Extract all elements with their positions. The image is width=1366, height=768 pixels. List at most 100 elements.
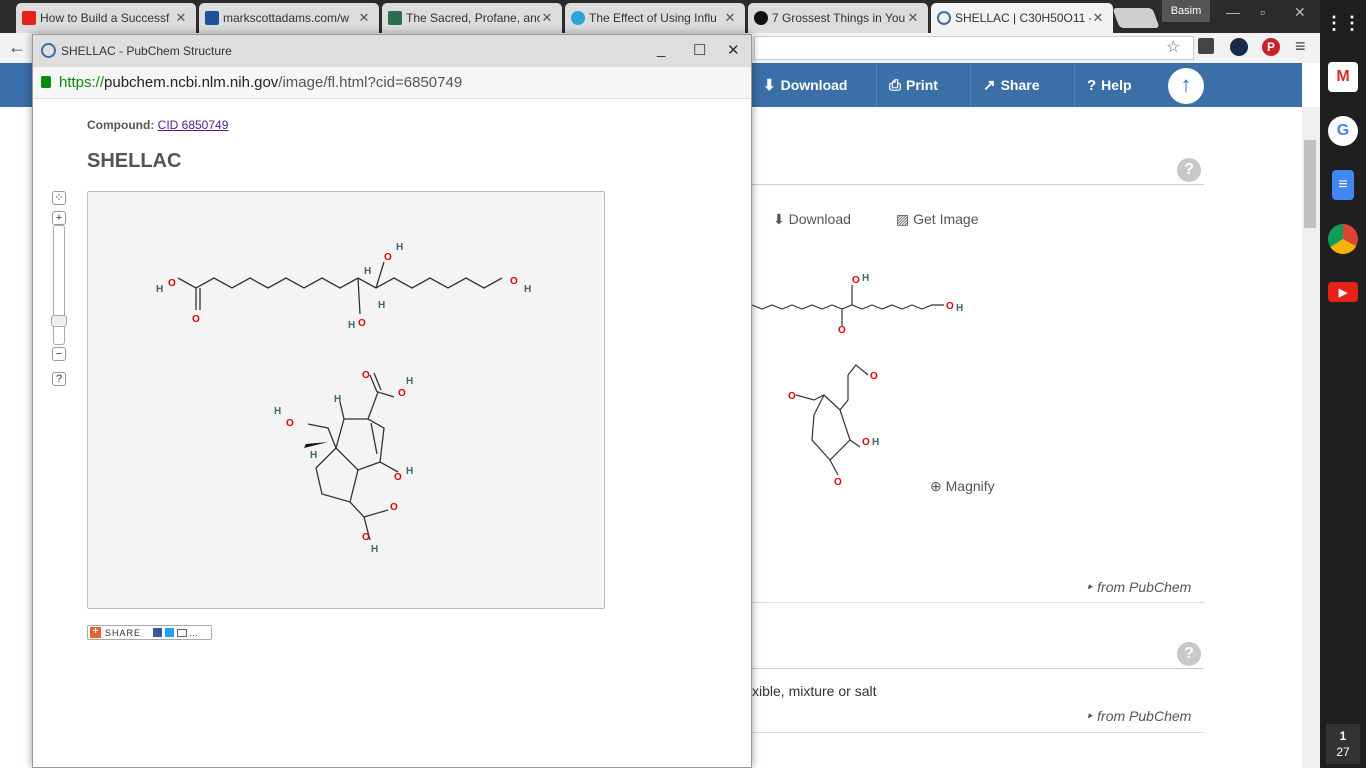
maximize-icon[interactable]: ☐ <box>693 41 706 59</box>
clock-minute: 27 <box>1336 745 1350 759</box>
close-icon[interactable]: ✕ <box>357 10 371 26</box>
close-window-icon[interactable]: ✕ <box>1294 4 1306 21</box>
zoom-out-button[interactable]: − <box>52 347 66 361</box>
atom-o: O <box>362 532 370 543</box>
atom-o: O <box>390 502 398 513</box>
atom-h: H <box>406 466 413 477</box>
pinterest-icon[interactable]: P <box>1262 38 1280 56</box>
atom-h: H <box>396 242 403 253</box>
address-bar[interactable] <box>754 36 1194 60</box>
close-icon[interactable]: ✕ <box>727 41 740 59</box>
email-icon[interactable] <box>177 628 188 637</box>
structure-viewer[interactable]: H O O O H H H O H O H O O H H H O H O H <box>87 191 605 609</box>
popup-address-bar[interactable]: https://pubchem.ncbi.nlm.nih.gov/image/f… <box>33 67 751 99</box>
zoom-in-button[interactable]: + <box>52 211 66 225</box>
facebook-icon[interactable] <box>153 628 163 637</box>
nav-share[interactable]: ↗ Share <box>970 63 1052 107</box>
atom-o: O <box>192 314 200 325</box>
share-widget[interactable]: + SHARE … <box>87 625 212 640</box>
tab-5-active[interactable]: SHELLAC | C30H50O11 - ✕ <box>931 3 1113 33</box>
zoom-help-button[interactable]: ? <box>52 372 66 386</box>
maximize-icon[interactable]: ▫ <box>1260 4 1265 20</box>
get-image-label: Get Image <box>913 211 979 227</box>
back-icon[interactable]: ← <box>8 37 26 58</box>
download-icon: ⬇ <box>763 77 776 94</box>
twitter-icon[interactable] <box>165 628 175 637</box>
youtube-icon <box>22 11 36 25</box>
url-path: /image/fl.html?cid=6850749 <box>278 74 463 91</box>
zoom-slider[interactable] <box>53 225 65 345</box>
help-icon[interactable]: ? <box>1177 158 1201 182</box>
description-text: xible, mixture or salt <box>752 683 877 699</box>
new-tab-button[interactable] <box>1112 8 1160 28</box>
nav-help[interactable]: ? Help <box>1074 63 1144 107</box>
atom-h: H <box>334 394 341 405</box>
divider <box>752 668 1204 669</box>
compound-name: SHELLAC <box>87 150 182 172</box>
get-image-link[interactable]: ▨ Get Image <box>896 211 979 228</box>
nav-download[interactable]: ⬇ Download <box>750 63 859 107</box>
atom-h: H <box>371 544 378 555</box>
help-icon[interactable]: ? <box>1177 642 1201 666</box>
close-icon[interactable]: ✕ <box>1091 10 1105 26</box>
atom-o: O <box>168 278 176 289</box>
zoom-slider-handle[interactable] <box>51 315 67 327</box>
atom-h: H <box>156 284 163 295</box>
compound-line: Compound: CID 6850749 <box>87 118 228 132</box>
tab-3[interactable]: The Effect of Using Influ ✕ <box>565 3 745 33</box>
minimize-icon[interactable]: — <box>1226 4 1240 20</box>
source-link[interactable]: ‣ from PubChem <box>1085 708 1191 725</box>
tab-4[interactable]: 7 Grossest Things in You ✕ <box>748 3 928 33</box>
tab-1[interactable]: markscottadams.com/w ✕ <box>199 3 379 33</box>
nav-print[interactable]: ⎙ Print <box>876 63 950 107</box>
atom-o: O <box>398 388 406 399</box>
atom-o: O <box>870 371 878 382</box>
menu-icon[interactable]: ≡ <box>1295 36 1306 57</box>
close-icon[interactable]: ✕ <box>906 10 920 26</box>
compound-cid-link[interactable]: CID 6850749 <box>158 118 229 132</box>
apps-grid-icon[interactable]: ⋮⋮ <box>1325 8 1361 38</box>
atom-o: O <box>510 276 518 287</box>
pubchem-icon <box>41 43 56 58</box>
nav-label: Download <box>780 77 848 93</box>
tab-title: SHELLAC | C30H50O11 - <box>955 11 1091 25</box>
gmail-icon[interactable]: M <box>1328 62 1358 92</box>
magnify-link[interactable]: ⊕ Magnify <box>930 478 995 495</box>
profile-button[interactable]: Basim <box>1162 0 1210 22</box>
structure-popup-window: SHELLAC - PubChem Structure _ ☐ ✕ https:… <box>32 34 752 768</box>
background-structure-image: O H O H O O H O O O <box>752 273 963 488</box>
source-link[interactable]: ‣ from PubChem <box>1085 579 1191 596</box>
tab-0[interactable]: How to Build a Successf ✕ <box>16 3 196 33</box>
scrollbar-thumb[interactable] <box>1304 140 1316 228</box>
atom-h: H <box>524 284 531 295</box>
divider <box>752 732 1204 733</box>
atom-labels: H O O O H H H O H O H O O H H H O H O H <box>156 242 531 555</box>
zoom-reset-button[interactable]: ⁘ <box>52 191 66 205</box>
chrome-icon[interactable] <box>1328 224 1358 254</box>
more-icon[interactable]: … <box>189 628 198 638</box>
minimize-icon[interactable]: _ <box>657 41 665 58</box>
source-label: from PubChem <box>1097 579 1192 595</box>
atom-o: O <box>384 252 392 263</box>
docs-icon[interactable]: ≡ <box>1332 170 1354 200</box>
print-icon: ⎙ <box>889 76 902 94</box>
scroll-top-button[interactable]: ↑ <box>1168 68 1204 104</box>
popup-url[interactable]: https://pubchem.ncbi.nlm.nih.gov/image/f… <box>59 74 462 91</box>
tab-2[interactable]: The Sacred, Profane, anc ✕ <box>382 3 562 33</box>
atom-h: H <box>378 300 385 311</box>
atom-o: O <box>834 477 842 488</box>
nav-label: Help <box>1101 77 1132 93</box>
compound-label: Compound: <box>87 118 155 132</box>
popup-titlebar: SHELLAC - PubChem Structure _ ☐ ✕ <box>33 35 751 67</box>
url-scheme: https:// <box>59 74 105 91</box>
extension-icon[interactable] <box>1198 38 1214 54</box>
extension-s-icon[interactable] <box>1230 38 1248 56</box>
url-host: pubchem.ncbi.nlm.nih.gov <box>104 74 279 91</box>
download-link[interactable]: ⬇ Download <box>773 211 851 228</box>
close-icon[interactable]: ✕ <box>540 10 554 26</box>
close-icon[interactable]: ✕ <box>174 10 188 26</box>
google-icon[interactable]: G <box>1328 116 1358 146</box>
close-icon[interactable]: ✕ <box>723 10 737 26</box>
star-icon[interactable]: ☆ <box>1166 37 1180 57</box>
youtube-icon[interactable]: ▶ <box>1328 282 1358 302</box>
